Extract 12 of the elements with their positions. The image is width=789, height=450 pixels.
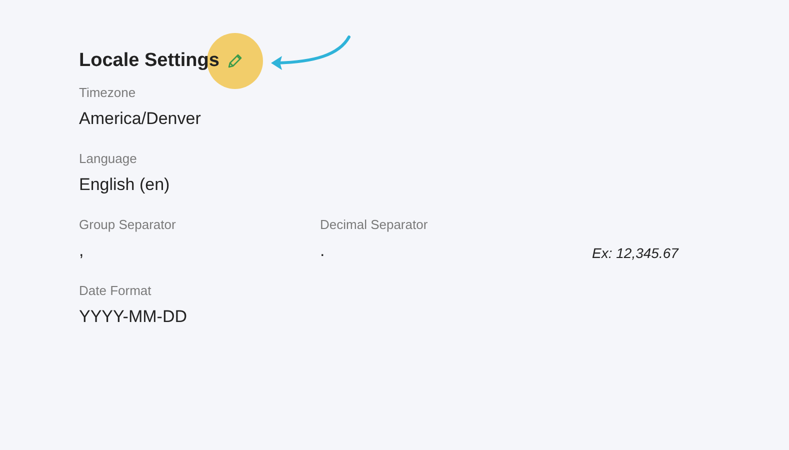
field-label: Decimal Separator: [320, 217, 428, 232]
field-label: Date Format: [79, 283, 152, 298]
field-value: .: [320, 241, 325, 261]
pencil-icon[interactable]: [227, 53, 244, 69]
field-label: Language: [79, 151, 137, 166]
field-label: Group Separator: [79, 217, 176, 232]
field-value: ,: [79, 241, 84, 261]
field-value: English (en): [79, 175, 170, 195]
field-label: Timezone: [79, 85, 136, 100]
field-value: YYYY-MM-DD: [79, 307, 187, 327]
example-text: Ex: 12,345.67: [592, 245, 678, 261]
field-value: America/Denver: [79, 109, 201, 129]
